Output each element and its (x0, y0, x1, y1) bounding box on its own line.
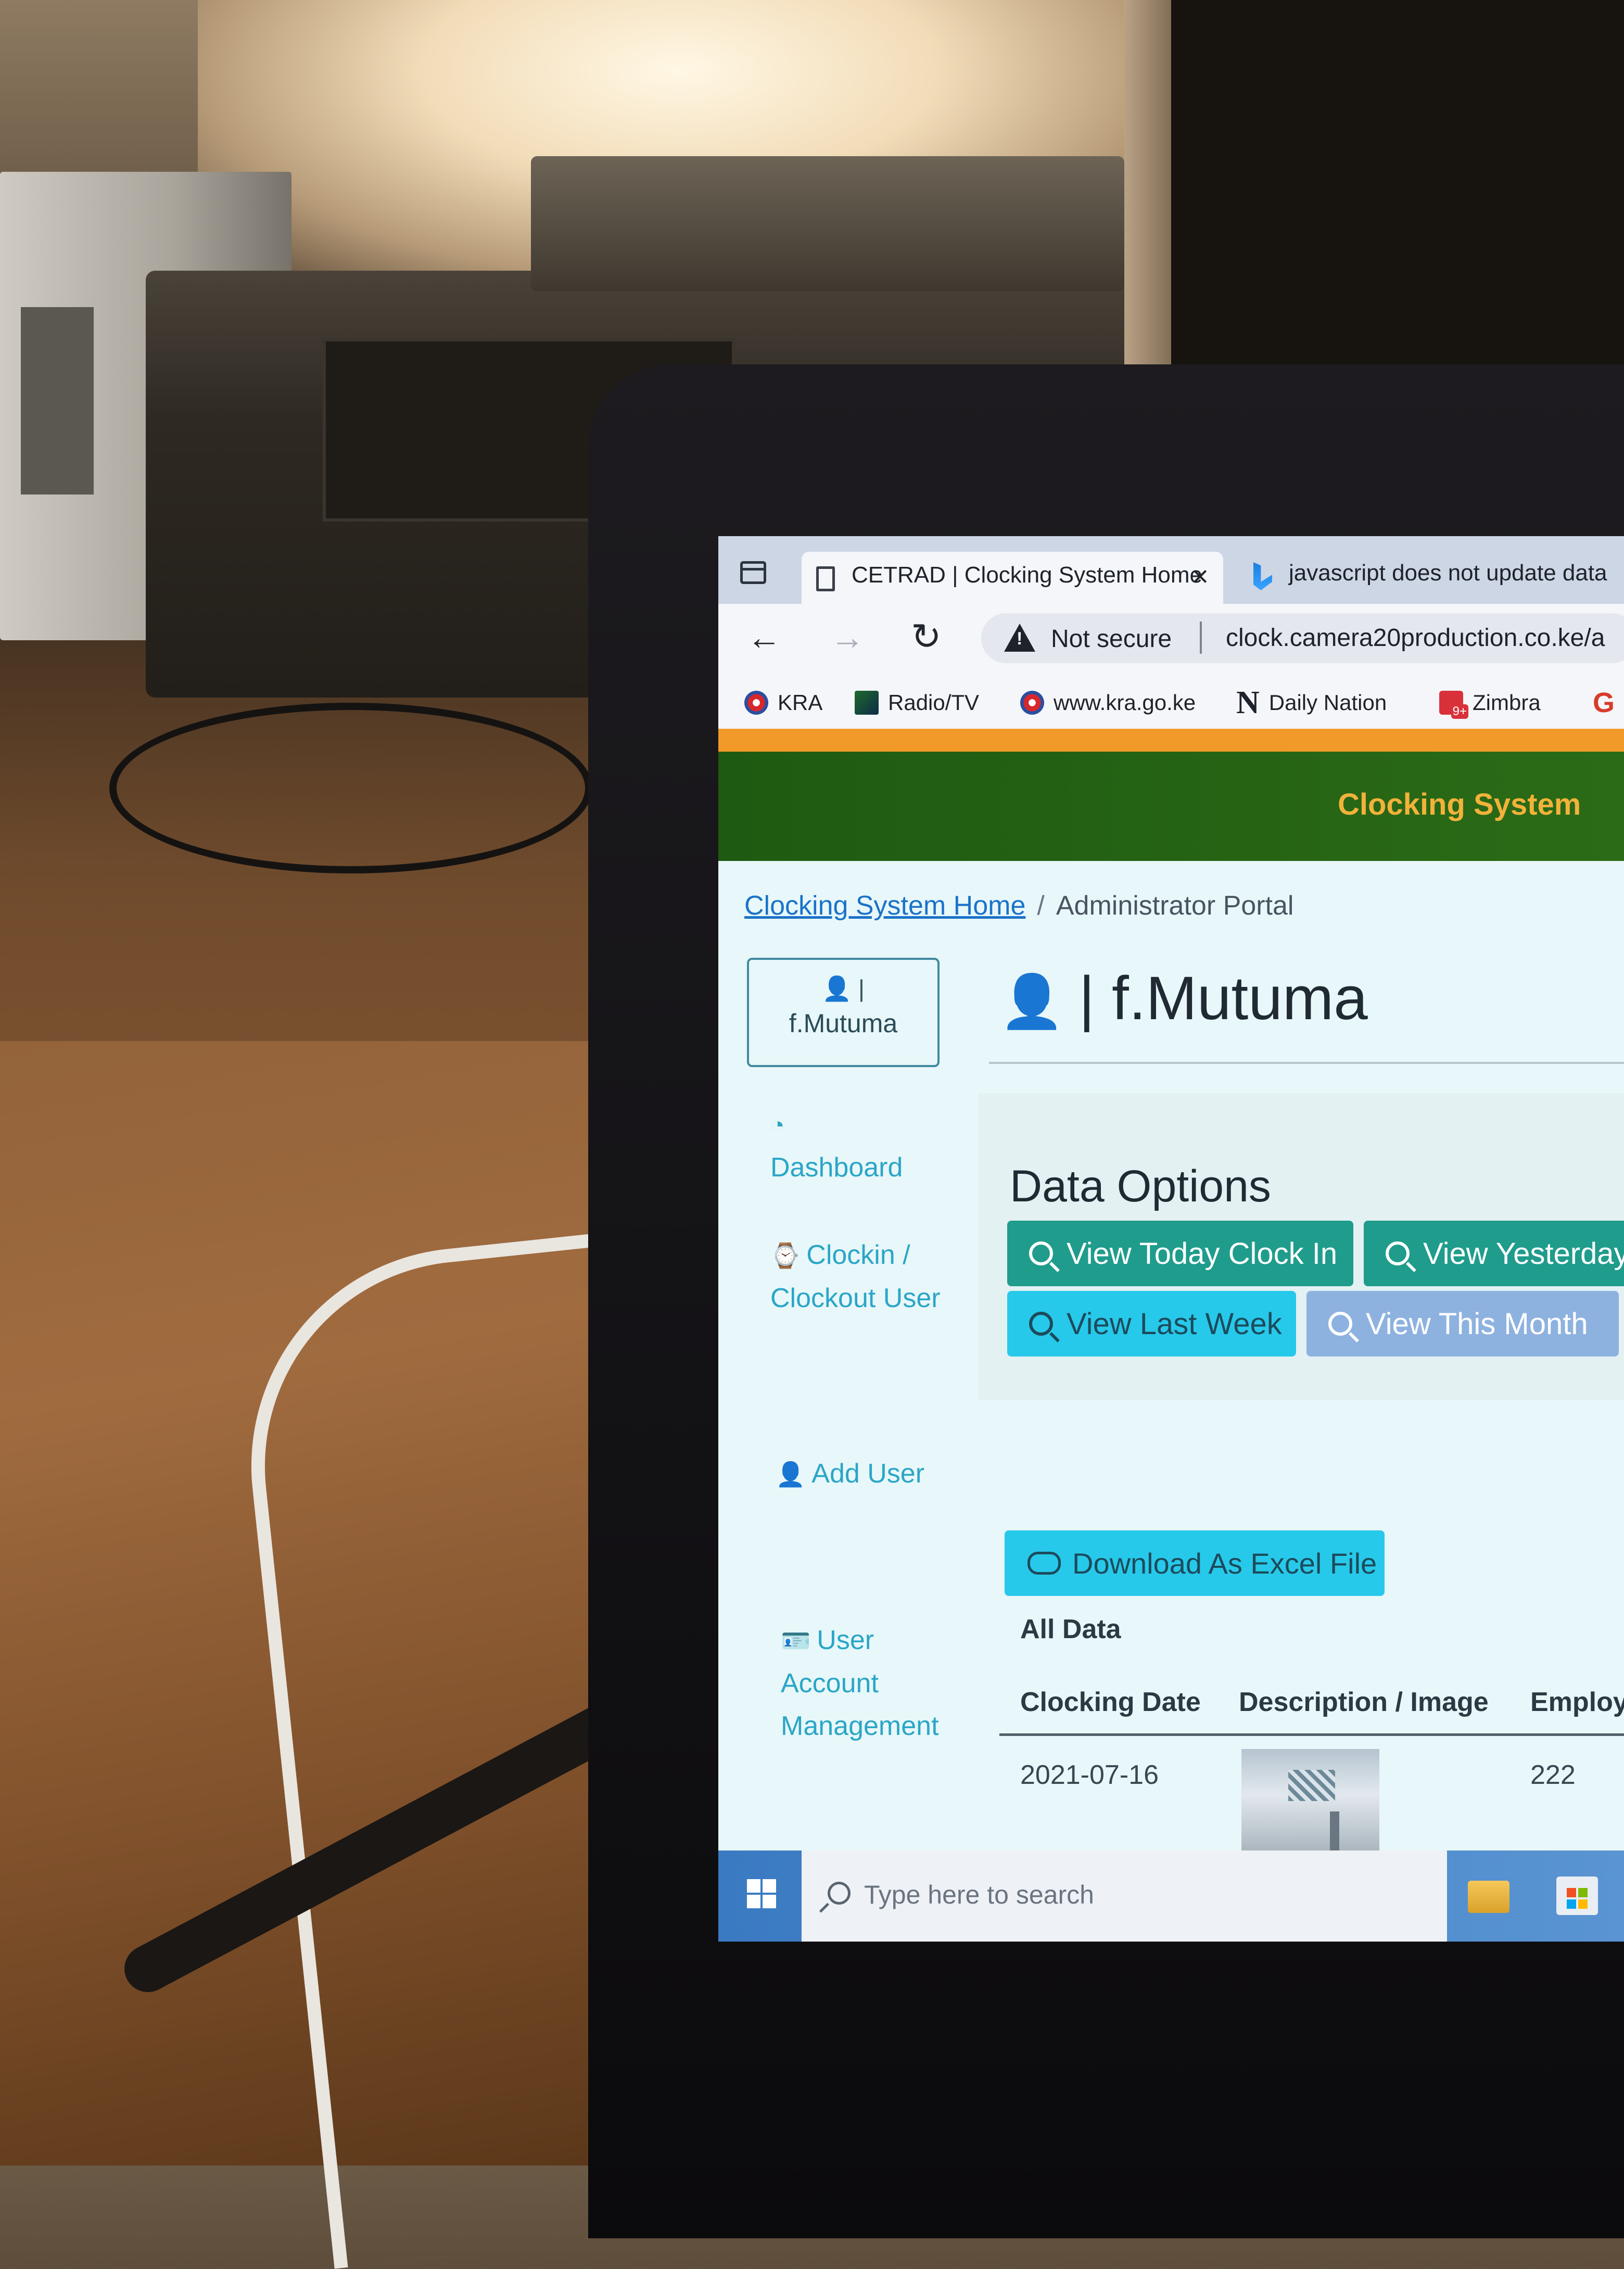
close-icon[interactable]: × (1191, 559, 1209, 593)
tab-active[interactable]: CETRAD | Clocking System Home × (802, 552, 1223, 604)
background-printer-top (531, 156, 1124, 291)
view-today-button[interactable]: View Today Clock In (1007, 1221, 1353, 1286)
bing-icon (1253, 562, 1272, 590)
kra-icon (1020, 691, 1044, 715)
cloud-download-icon (1027, 1552, 1061, 1575)
breadcrumb: Clocking System Home / Administrator Porta… (744, 890, 1293, 921)
view-last-week-button[interactable]: View Last Week (1007, 1291, 1296, 1357)
profile-name: | f.Mutuma (1079, 964, 1368, 1033)
bookmark-kra[interactable]: KRA (744, 687, 822, 718)
back-arrow-icon[interactable]: ← (747, 617, 781, 657)
sidebar-item-dashboard[interactable]: ◔ Dashboard (770, 1104, 958, 1189)
main-content: 👤 | f.Mutuma Data Options View Today Cloc… (979, 963, 1624, 1942)
divider (989, 1062, 1624, 1064)
kra-icon (744, 691, 768, 715)
bookmarks-bar: KRA Radio/TV www.kra.go.ke N Daily Natio… (718, 671, 1624, 729)
button-label: View Last Week (1067, 1307, 1282, 1341)
view-this-month-button[interactable]: View This Month (1306, 1291, 1619, 1357)
search-icon (1029, 1241, 1053, 1265)
tab-inactive[interactable]: javascript does not update data (1239, 552, 1624, 604)
sidebar-item-account-management[interactable]: 🪪 User Account Management (781, 1619, 968, 1747)
tab-title: CETRAD | Clocking System Home (852, 562, 1203, 588)
tab-title-inactive: javascript does not update data (1289, 560, 1607, 586)
search-placeholder: Type here to search (864, 1880, 1094, 1909)
button-label: View Yesterday (1423, 1236, 1624, 1271)
watch-icon: ⌚ (770, 1242, 801, 1269)
breadcrumb-separator: / (1037, 891, 1045, 921)
browser-address-bar: ← → ↻ Not secure clock.camera20productio… (718, 604, 1624, 671)
download-excel-button[interactable]: Download As Excel File (1005, 1530, 1385, 1596)
button-label: View Today Clock In (1067, 1236, 1338, 1271)
breadcrumb-home-link[interactable]: Clocking System Home (744, 891, 1025, 921)
breadcrumb-current: Administrator Portal (1056, 891, 1294, 921)
bookmark-label: KRA (778, 690, 823, 715)
file-explorer-icon[interactable] (1468, 1881, 1509, 1913)
button-label: View This Month (1366, 1307, 1588, 1341)
url-text[interactable]: clock.camera20production.co.ke/a (1226, 624, 1605, 652)
table-header-divider (999, 1733, 1624, 1736)
reload-icon[interactable]: ↻ (911, 615, 942, 658)
bookmark-label: Zimbra (1473, 690, 1541, 715)
security-label[interactable]: Not secure (1051, 625, 1172, 653)
bookmark-label: Daily Nation (1268, 690, 1387, 715)
dashboard-icon: ◔ (770, 1111, 785, 1138)
search-icon (1328, 1312, 1352, 1336)
background-cable (109, 703, 592, 873)
zimbra-icon (1439, 691, 1468, 719)
forward-arrow-icon[interactable]: → (830, 617, 865, 657)
site-header: Clocking System (718, 752, 1624, 861)
table-cell-date: 2021-07-16 (1020, 1760, 1159, 1790)
page-icon (816, 566, 835, 591)
radio-tv-icon (855, 691, 879, 715)
bookmark-kra-site[interactable]: www.kra.go.ke (1020, 687, 1196, 718)
data-options-panel: Data Options View Today Clock In View Ye… (979, 1093, 1624, 1400)
sidebar-item-clockin[interactable]: ⌚ Clockin / Clockout User (770, 1234, 947, 1320)
add-user-icon: 👤 (776, 1461, 806, 1488)
url-input[interactable]: Not secure clock.camera20production.co.k… (981, 613, 1624, 663)
warning-icon[interactable] (1004, 624, 1035, 652)
bookmark-daily-nation[interactable]: N Daily Nation (1236, 685, 1387, 720)
sidebar-item-label: Add User (811, 1459, 925, 1489)
bookmark-radio-tv[interactable]: Radio/TV (855, 687, 979, 718)
table-header: Employ (1530, 1687, 1624, 1717)
accent-bar (718, 729, 1624, 752)
windows-start-icon[interactable] (747, 1879, 776, 1908)
bookmark-zimbra[interactable]: Zimbra (1439, 687, 1541, 719)
background-dark-panel (1171, 0, 1624, 396)
tab-actions-icon[interactable] (740, 561, 766, 584)
sidebar: 👤 | f.Mutuma ◔ Dashboard ⌚ Clockin / Cloc… (739, 953, 968, 1942)
view-yesterday-button[interactable]: View Yesterday (1364, 1221, 1624, 1286)
bookmark-label: Radio/TV (888, 690, 980, 715)
id-badge-icon: 🪪 (781, 1627, 811, 1654)
button-label: Download As Excel File (1072, 1547, 1377, 1580)
browser-tab-bar: CETRAD | Clocking System Home × javascri… (718, 536, 1624, 604)
sidebar-item-add-user[interactable]: 👤 Add User (776, 1452, 963, 1495)
page-title: 👤 | f.Mutuma (999, 963, 1368, 1034)
search-icon (1029, 1312, 1053, 1336)
url-separator (1200, 622, 1202, 654)
search-icon (828, 1882, 851, 1905)
user-icon-separator: | (858, 975, 865, 1002)
laptop-screen: CETRAD | Clocking System Home × javascri… (718, 536, 1624, 1942)
sidebar-item-label: Dashboard (770, 1152, 903, 1183)
user-icon: 👤 | (821, 975, 865, 1002)
n-icon: N (1236, 685, 1260, 720)
search-icon (1386, 1241, 1410, 1265)
all-data-label: All Data (1020, 1614, 1121, 1644)
bookmark-g[interactable]: G (1593, 687, 1624, 718)
store-icon[interactable] (1556, 1877, 1598, 1915)
windows-taskbar: Type here to search (718, 1850, 1624, 1942)
table-header: Description / Image (1239, 1687, 1489, 1717)
user-icon: 👤 (999, 972, 1064, 1031)
user-card[interactable]: 👤 | f.Mutuma (747, 958, 940, 1067)
site-title: Clocking System (1338, 788, 1581, 821)
bookmark-label: www.kra.go.ke (1054, 690, 1196, 715)
data-options-heading: Data Options (1010, 1161, 1271, 1211)
taskbar-search-input[interactable]: Type here to search (802, 1850, 1447, 1942)
g-icon: G (1593, 687, 1615, 718)
table-header: Clocking Date (1020, 1687, 1201, 1717)
user-name: f.Mutuma (789, 1009, 898, 1038)
table-cell-employee: 222 (1530, 1760, 1576, 1790)
